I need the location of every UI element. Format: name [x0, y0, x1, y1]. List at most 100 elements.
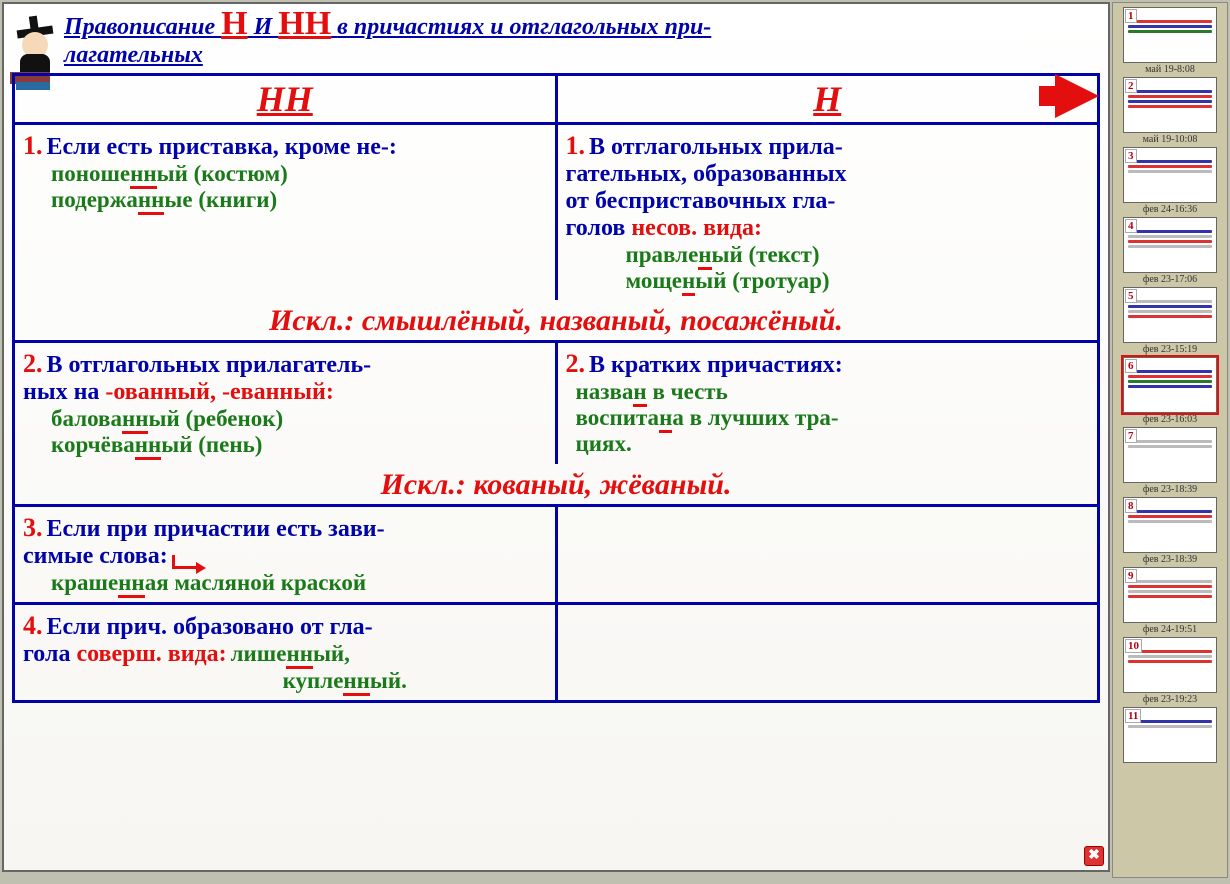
rule-text: В отглагольных прила-: [589, 134, 843, 160]
cell-n-2: 2. В кратких причастиях: назван в честь …: [558, 343, 1098, 464]
example-underline: н: [659, 405, 672, 433]
exception-2: Искл.: кованый, жёваный.: [15, 464, 1097, 504]
example-text: купле: [283, 668, 344, 693]
thumbnail-8[interactable]: 8фев 23-18:39: [1119, 497, 1221, 565]
thumbnail-label: фев 23-15:19: [1119, 344, 1221, 355]
cell-nn-1: 1. Если есть приставка, кроме не-: понош…: [15, 125, 558, 300]
thumbnail-label: фев 23-18:39: [1119, 554, 1221, 565]
thumbnail-label: фев 23-16:03: [1119, 414, 1221, 425]
example-underline: н: [698, 242, 711, 270]
rule-text: ных на: [23, 379, 105, 405]
cell-nn-2: 2. В отглагольных прилагатель- ных на -о…: [15, 343, 558, 464]
thumbnail-5[interactable]: 5фев 23-15:19: [1119, 287, 1221, 355]
example-underline: нн: [286, 641, 313, 669]
rule-text: голов: [566, 215, 632, 241]
table-header: НН Н: [15, 76, 1097, 125]
close-button[interactable]: ✖: [1084, 846, 1104, 866]
example-text: циях.: [576, 431, 632, 456]
example-text: назва: [576, 379, 634, 404]
thumbnail-panel[interactable]: 1май 19-8:082май 19-10:083фев 24-16:364ф…: [1112, 2, 1228, 878]
example-underline: нн: [130, 161, 157, 189]
example-text: ый,: [313, 641, 350, 666]
thumbnail-label: май 19-10:08: [1119, 134, 1221, 145]
example-text: ые (книги): [164, 187, 277, 212]
dependency-arrow-icon: [172, 555, 202, 569]
col-header-nn: НН: [15, 76, 558, 122]
thumbnail-3[interactable]: 3фев 24-16:36: [1119, 147, 1221, 215]
exception-1: Искл.: смышлёный, названый, посажёный.: [15, 300, 1097, 340]
rule-text: Если при причастии есть зави-: [47, 516, 385, 542]
rules-table: НН Н 1. Если есть приставка, кроме не-: …: [12, 73, 1100, 703]
thumbnail-11[interactable]: 11: [1119, 707, 1221, 763]
example-text: ый (костюм): [157, 161, 288, 186]
rule-highlight: соверш. вида:: [76, 641, 226, 667]
thumbnail-label: фев 24-19:51: [1119, 624, 1221, 635]
example-text: ая масляной краской: [145, 570, 366, 595]
example-underline: нн: [138, 187, 165, 215]
example-text: ый (ребенок): [148, 406, 283, 431]
example-text: воспита: [576, 405, 660, 430]
rule-row-3: 3. Если при причастии есть зави- симые с…: [15, 507, 1097, 605]
rule-highlight: несов. вида:: [631, 215, 762, 241]
example-underline: нн: [118, 570, 145, 598]
thumbnail-2[interactable]: 2май 19-10:08: [1119, 77, 1221, 145]
example-text: правле: [626, 242, 699, 267]
thumbnail-10[interactable]: 10фев 23-19:23: [1119, 637, 1221, 705]
rule-num: 1.: [566, 131, 586, 160]
example-text: лише: [231, 641, 287, 666]
thumbnail-label: фев 24-16:36: [1119, 204, 1221, 215]
thumbnail-9[interactable]: 9фев 24-19:51: [1119, 567, 1221, 635]
title-mid: И: [254, 14, 279, 40]
example-underline: нн: [343, 668, 370, 696]
thumbnail-label: фев 23-19:23: [1119, 694, 1221, 705]
slide-title: Правописание Н И НН в причастиях и отгла…: [4, 4, 1108, 73]
example-text: балова: [51, 406, 122, 431]
example-text: поноше: [51, 161, 130, 186]
example-underline: н: [682, 268, 695, 296]
rule-num: 1.: [23, 131, 43, 160]
title-h2: НН: [278, 5, 331, 42]
rule-text: симые слова:: [23, 543, 168, 569]
example-text: ый (текст): [712, 242, 820, 267]
thumbnail-7[interactable]: 7фев 23-18:39: [1119, 427, 1221, 495]
rule-highlight: -ованный, -еванный:: [105, 379, 333, 405]
rule-row-4: 4. Если прич. образовано от гла- гола со…: [15, 605, 1097, 700]
thumbnail-4[interactable]: 4фев 23-17:06: [1119, 217, 1221, 285]
rule-num: 2.: [23, 349, 43, 378]
title-h1: Н: [221, 5, 247, 42]
cell-n-3-empty: [558, 507, 1098, 602]
thumbnail-6[interactable]: 6фев 23-16:03: [1119, 357, 1221, 425]
example-underline: н: [633, 379, 646, 407]
rule-text: гола: [23, 641, 76, 667]
rule-row-1: 1. Если есть приставка, кроме не-: понош…: [15, 125, 1097, 343]
cell-n-1: 1. В отглагольных прила- гательных, обра…: [558, 125, 1098, 300]
example-text: корчёва: [51, 432, 135, 457]
rule-row-2: 2. В отглагольных прилагатель- ных на -о…: [15, 343, 1097, 507]
example-text: краше: [51, 570, 118, 595]
example-text: ый (пень): [161, 432, 262, 457]
thumbnail-label: фев 23-17:06: [1119, 274, 1221, 285]
example-underline: нн: [135, 432, 162, 460]
cell-nn-3: 3. Если при причастии есть зави- симые с…: [15, 507, 558, 602]
example-text: ый.: [370, 668, 407, 693]
rule-text: Если прич. образовано от гла-: [47, 614, 373, 640]
example-underline: нн: [122, 406, 149, 434]
rule-text: Если есть приставка, кроме не-:: [47, 134, 397, 160]
example-text: подержа: [51, 187, 138, 212]
rule-num: 4.: [23, 611, 43, 640]
example-text: моще: [626, 268, 683, 293]
example-text: в честь: [647, 379, 728, 404]
col-header-n: Н: [558, 76, 1098, 122]
rule-text: гательных, образованных: [566, 161, 847, 187]
rule-num: 3.: [23, 513, 43, 542]
example-text: ый (тротуар): [695, 268, 829, 293]
thumbnail-label: май 19-8:08: [1119, 64, 1221, 75]
title-text-3: лагательных: [64, 42, 203, 68]
rule-text: В отглагольных прилагатель-: [47, 352, 372, 378]
rule-text: от бесприставочных гла-: [566, 188, 836, 214]
cell-nn-4: 4. Если прич. образовано от гла- гола со…: [15, 605, 558, 700]
thumbnail-label: фев 23-18:39: [1119, 484, 1221, 495]
thumbnail-1[interactable]: 1май 19-8:08: [1119, 7, 1221, 75]
title-text-1: Правописание: [64, 14, 221, 40]
cell-n-4-empty: [558, 605, 1098, 700]
